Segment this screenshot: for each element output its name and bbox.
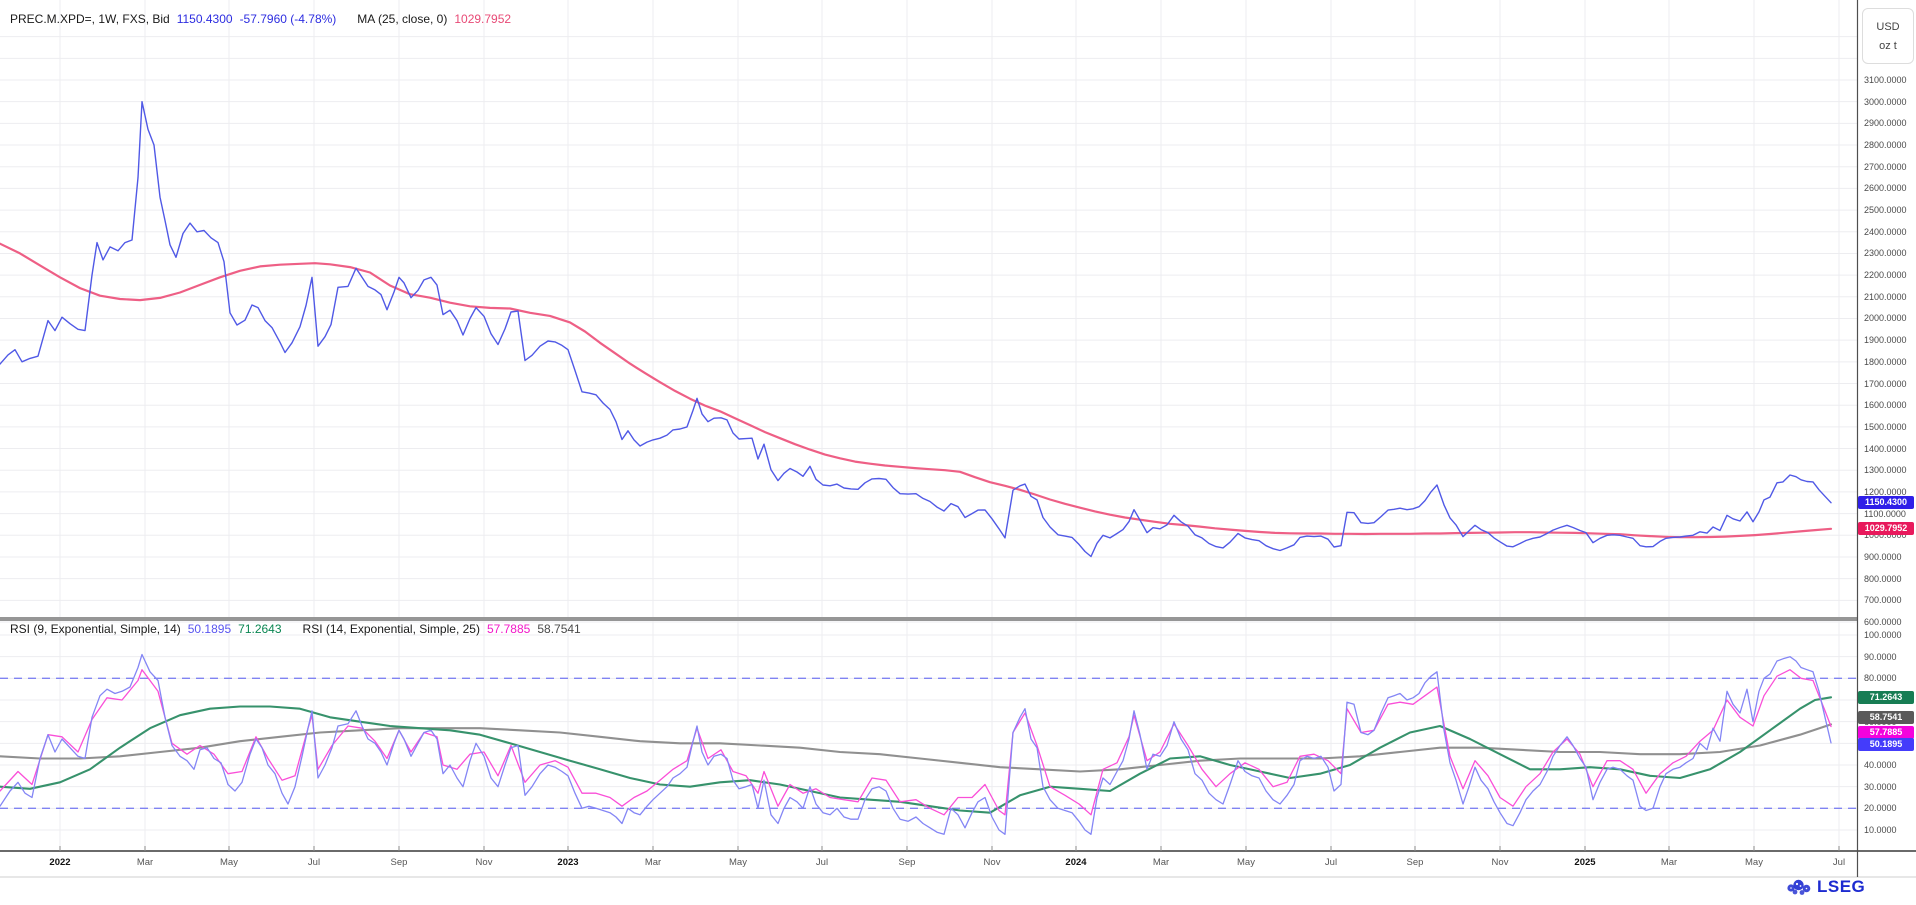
price-axis-tick-label: 2700.0000 bbox=[1864, 162, 1907, 172]
time-axis-label: Mar bbox=[1153, 857, 1169, 868]
chart-window: PREC.M.XPD=, 1W, FXS, Bid 1150.4300 -57.… bbox=[0, 0, 1916, 905]
price-axis-tick-label: 2300.0000 bbox=[1864, 248, 1907, 258]
price-axis-tick-label: 2000.0000 bbox=[1864, 313, 1907, 323]
lseg-logo: LSEG bbox=[1786, 876, 1865, 898]
rsi-axis-tick-label: 20.0000 bbox=[1864, 803, 1897, 813]
price-axis-tick-label: 1900.0000 bbox=[1864, 335, 1907, 345]
rsi14-indicator-label: RSI (14, Exponential, Simple, 25) bbox=[303, 622, 480, 636]
time-axis-label: Jul bbox=[816, 857, 828, 868]
ma-value-badge: 1029.7952 bbox=[1858, 522, 1914, 535]
rsi-14-ma-25--line[interactable] bbox=[0, 724, 1831, 771]
rsi9-ma-badge: 71.2643 bbox=[1858, 691, 1914, 704]
rsi14-badge: 57.7885 bbox=[1858, 726, 1914, 739]
rsi-axis-tick-label: 90.0000 bbox=[1864, 652, 1897, 662]
rsi9-value: 50.1895 bbox=[188, 622, 231, 636]
rsi-axis-tick-label: 80.0000 bbox=[1864, 673, 1897, 683]
rsi9-ma-value: 71.2643 bbox=[238, 622, 281, 636]
time-axis-label: May bbox=[729, 857, 747, 868]
price-legend-row[interactable]: PREC.M.XPD=, 1W, FXS, Bid 1150.4300 -57.… bbox=[10, 12, 518, 26]
time-axis-label: Mar bbox=[645, 857, 661, 868]
time-axis-label: 2024 bbox=[1065, 857, 1086, 868]
price-axis-tick-label: 1800.0000 bbox=[1864, 357, 1907, 367]
time-axis-label: 2022 bbox=[49, 857, 70, 868]
time-axis-label: May bbox=[1745, 857, 1763, 868]
price-axis-tick-label: 2200.0000 bbox=[1864, 270, 1907, 280]
rsi14-ma-value: 58.7541 bbox=[537, 622, 580, 636]
price-axis-tick-label: 600.0000 bbox=[1864, 617, 1902, 627]
instrument-title: PREC.M.XPD=, 1W, FXS, Bid bbox=[10, 12, 170, 26]
pane-separator-handle[interactable] bbox=[0, 617, 1857, 621]
time-axis[interactable] bbox=[0, 852, 1916, 876]
time-axis-label: Sep bbox=[391, 857, 408, 868]
time-axis-label: Jul bbox=[308, 857, 320, 868]
time-axis-label: Sep bbox=[899, 857, 916, 868]
rsi-axis-tick-label: 40.0000 bbox=[1864, 760, 1897, 770]
axis-unit-currency: USD bbox=[1876, 21, 1899, 33]
time-axis-label: May bbox=[1237, 857, 1255, 868]
prec-m-xpd-bid-line[interactable] bbox=[0, 102, 1831, 557]
lseg-logo-text: LSEG bbox=[1817, 877, 1865, 897]
price-axis-tick-label: 2400.0000 bbox=[1864, 227, 1907, 237]
price-axis-tick-label: 1500.0000 bbox=[1864, 422, 1907, 432]
time-axis-label: 2025 bbox=[1574, 857, 1595, 868]
rsi14-value: 57.7885 bbox=[487, 622, 530, 636]
time-axis-label: Nov bbox=[984, 857, 1001, 868]
rsi14-ma-badge: 58.7541 bbox=[1858, 711, 1914, 724]
rsi9-badge: 50.1895 bbox=[1858, 738, 1914, 751]
price-axis-tick-label: 2800.0000 bbox=[1864, 140, 1907, 150]
price-axis-tick-label: 1100.0000 bbox=[1864, 509, 1906, 519]
price-axis-tick-label: 1300.0000 bbox=[1864, 465, 1907, 475]
price-axis-tick-label: 2100.0000 bbox=[1864, 292, 1907, 302]
time-axis-label: Sep bbox=[1407, 857, 1424, 868]
price-axis-tick-label: 2900.0000 bbox=[1864, 118, 1907, 128]
price-axis-tick-label: 1700.0000 bbox=[1864, 379, 1907, 389]
ma-indicator-value: 1029.7952 bbox=[454, 12, 511, 26]
rsi-9-ma-14--line[interactable] bbox=[0, 697, 1831, 812]
price-axis-tick-label: 3100.0000 bbox=[1864, 75, 1907, 85]
axis-unit-box: USD oz t bbox=[1862, 8, 1914, 64]
time-axis-label: Mar bbox=[137, 857, 153, 868]
price-axis-tick-label: 1600.0000 bbox=[1864, 400, 1907, 410]
axis-unit-measure: oz t bbox=[1879, 40, 1897, 52]
price-axis-tick-label: 2500.0000 bbox=[1864, 205, 1907, 215]
last-price-value: 1150.4300 bbox=[177, 12, 233, 26]
price-axis-tick-label: 800.0000 bbox=[1864, 574, 1902, 584]
rsi-axis-tick-label: 100.0000 bbox=[1864, 630, 1902, 640]
lseg-crest-icon bbox=[1786, 876, 1812, 898]
price-axis-tick-label: 2600.0000 bbox=[1864, 183, 1907, 193]
rsi-14--line[interactable] bbox=[0, 670, 1831, 815]
price-axis-tick-label: 1400.0000 bbox=[1864, 444, 1907, 454]
time-axis-label: May bbox=[220, 857, 238, 868]
last-price-badge: 1150.4300 bbox=[1858, 496, 1914, 509]
price-axis-tick-label: 900.0000 bbox=[1864, 552, 1902, 562]
rsi-9--line[interactable] bbox=[0, 655, 1831, 835]
price-axis-tick-label: 3000.0000 bbox=[1864, 97, 1907, 107]
time-axis-label: Jul bbox=[1833, 857, 1845, 868]
time-axis-label: Nov bbox=[476, 857, 493, 868]
time-axis-label: 2023 bbox=[557, 857, 578, 868]
time-axis-label: Mar bbox=[1661, 857, 1677, 868]
rsi-axis-tick-label: 10.0000 bbox=[1864, 825, 1897, 835]
rsi-legend-row[interactable]: RSI (9, Exponential, Simple, 14) 50.1895… bbox=[10, 622, 588, 636]
price-axis-tick-label: 700.0000 bbox=[1864, 595, 1902, 605]
chart-canvas[interactable] bbox=[0, 0, 1916, 905]
time-axis-label: Jul bbox=[1325, 857, 1337, 868]
time-axis-label: Nov bbox=[1492, 857, 1509, 868]
price-change-value: -57.7960 (-4.78%) bbox=[240, 12, 337, 26]
rsi9-indicator-label: RSI (9, Exponential, Simple, 14) bbox=[10, 622, 181, 636]
rsi-axis-tick-label: 30.0000 bbox=[1864, 782, 1897, 792]
ma-indicator-label: MA (25, close, 0) bbox=[357, 12, 447, 26]
